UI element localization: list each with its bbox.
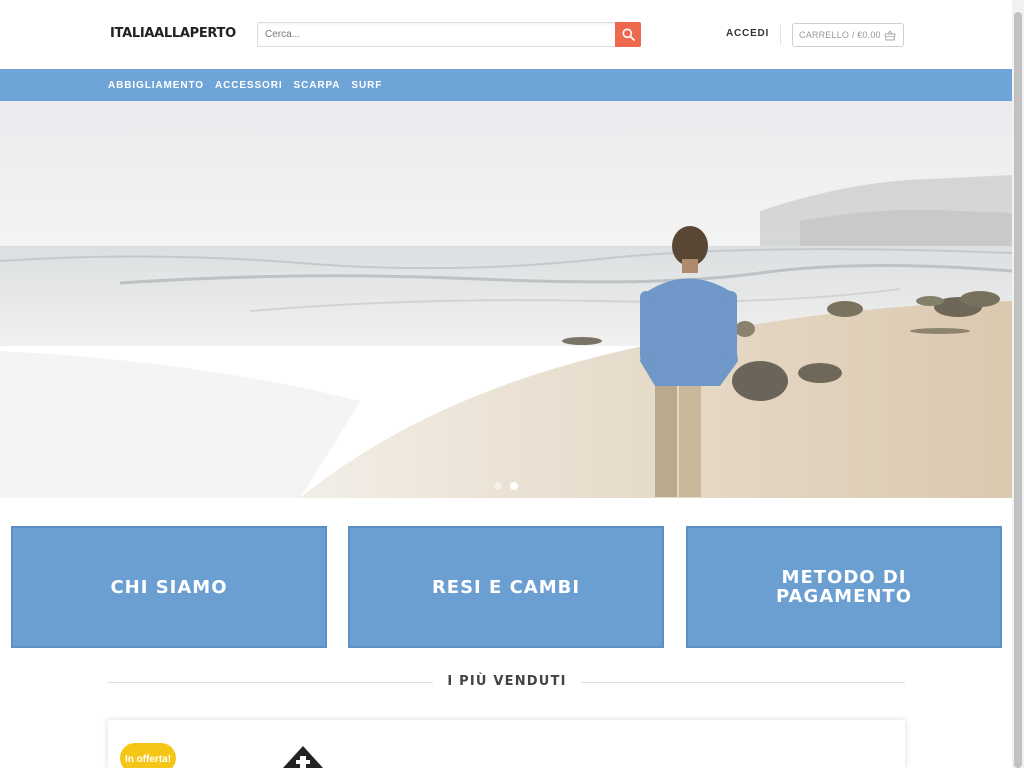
page: ITALIAALLAPERTO ACCEDI CARRELLO / €0.00 xyxy=(0,0,1024,768)
slider-dot-2[interactable] xyxy=(510,482,518,490)
nav-item-accessori[interactable]: ACCESSORI xyxy=(215,80,283,91)
nav-item-scarpa[interactable]: SCARPA xyxy=(294,80,341,91)
section-divider-right xyxy=(581,682,905,683)
cart-label: CARRELLO / €0.00 xyxy=(799,30,881,40)
login-link[interactable]: ACCEDI xyxy=(726,28,769,39)
slider-dot-1[interactable] xyxy=(494,482,502,490)
product-card[interactable]: In offerta! xyxy=(108,720,905,768)
product-image xyxy=(283,746,323,768)
nav-item-abbigliamento[interactable]: ABBIGLIAMENTO xyxy=(108,80,204,91)
cart-button[interactable]: CARRELLO / €0.00 xyxy=(792,23,904,47)
hero-image xyxy=(0,101,1012,498)
site-header: ITALIAALLAPERTO ACCEDI CARRELLO / €0.00 xyxy=(0,0,1012,69)
feature-box-metodo-di-pagamento[interactable]: METODO DI PAGAMENTO xyxy=(686,526,1002,648)
nav-item-surf[interactable]: SURF xyxy=(351,80,382,91)
hero-slider[interactable] xyxy=(0,101,1012,498)
search-icon xyxy=(622,28,635,41)
feature-box-resi-e-cambi[interactable]: RESI E CAMBI xyxy=(348,526,664,648)
main-nav: ABBIGLIAMENTO ACCESSORI SCARPA SURF xyxy=(0,69,1012,101)
site-logo[interactable]: ITALIAALLAPERTO xyxy=(110,26,236,41)
scrollbar[interactable] xyxy=(1012,0,1024,768)
feature-label: RESI E CAMBI xyxy=(431,576,581,598)
header-divider xyxy=(780,25,781,45)
section-title: I PIÙ VENDUTI xyxy=(447,674,567,689)
sale-badge: In offerta! xyxy=(120,743,176,768)
slider-dots xyxy=(494,482,518,490)
search-button[interactable] xyxy=(615,22,641,47)
search-box xyxy=(257,22,641,47)
feature-box-chi-siamo[interactable]: CHI SIAMO xyxy=(11,526,327,648)
feature-label: METODO DI PAGAMENTO xyxy=(775,567,913,607)
basket-icon xyxy=(884,29,896,40)
feature-label: CHI SIAMO xyxy=(110,576,228,598)
section-divider-left xyxy=(108,682,433,683)
search-input[interactable] xyxy=(258,23,614,46)
scrollbar-thumb[interactable] xyxy=(1014,12,1022,768)
